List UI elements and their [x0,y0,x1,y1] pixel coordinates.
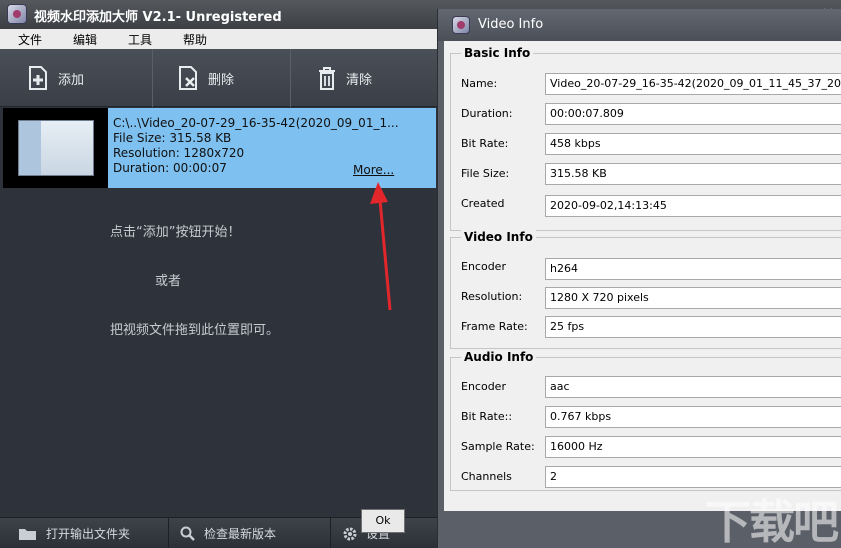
resolution-label: Resolution: [461,290,523,303]
open-output-folder-button[interactable]: 打开输出文件夹 [18,518,130,548]
created-label: Created [461,197,505,210]
audio-bitrate-field[interactable]: 0.767 kbps [545,406,841,428]
frame-rate-field[interactable]: 25 fps [545,316,841,338]
delete-label: 删除 [208,72,235,88]
add-file-icon [29,66,47,90]
bitrate-label: Bit Rate: [461,137,509,150]
dialog-app-icon [452,16,470,34]
resolution-field[interactable]: 1280 X 720 pixels [545,287,841,309]
file-size-field[interactable]: 315.58 KB [545,163,841,185]
audio-bitrate-label: Bit Rate:: [461,410,513,423]
window-title: 视频水印添加大师 V2.1- Unregistered [34,10,282,25]
basic-info-heading: Basic Info [461,46,534,60]
toolbar-separator [290,49,291,107]
duration-label: Duration: [461,107,513,120]
video-info-group: Video Info Encoder h264 Resolution: 1280… [450,230,841,349]
check-update-button[interactable]: 检查最新版本 [180,518,276,548]
audio-info-group: Audio Info Encoder aac Bit Rate:: 0.767 … [450,350,841,491]
menu-tools[interactable]: 工具 [128,31,152,48]
duration-field[interactable]: 00:00:07.809 [545,103,841,125]
channels-field[interactable]: 2 [545,466,841,488]
delete-file-icon [179,66,197,90]
gear-icon [343,527,357,540]
more-link[interactable]: More... [353,163,394,177]
audio-encoder-field[interactable]: aac [545,376,841,398]
file-size-label: File Size: [461,167,510,180]
hint-drag-file: 把视频文件拖到此位置即可。 [110,323,280,338]
video-info-heading: Video Info [461,230,536,244]
folder-icon [19,528,36,540]
hint-or: 或者 [155,274,182,289]
channels-label: Channels [461,470,512,483]
audio-info-heading: Audio Info [461,350,537,364]
basic-info-group: Basic Info Name: Video_20-07-29_16-35-42… [450,46,841,231]
clear-button[interactable]: 清除 [316,49,372,107]
name-label: Name: [461,77,498,90]
dialog-title-bar: Video Info [438,9,841,41]
hint-click-add: 点击“添加”按钮开始！ [110,225,241,240]
video-thumbnail [3,108,108,188]
bitrate-field[interactable]: 458 kbps [545,133,841,155]
file-size: File Size: 315.58 KB [113,131,232,145]
toolbar: 添加 删除 清除 [0,49,441,107]
site-watermark: 下载吧 [705,495,839,548]
add-label: 添加 [58,72,85,88]
app-icon [7,4,27,24]
ok-button[interactable]: Ok [361,509,405,533]
video-encoder-label: Encoder [461,260,506,273]
search-icon [180,526,195,541]
menu-edit[interactable]: 编辑 [73,31,97,48]
thumbnail-image [18,120,94,176]
clear-label: 清除 [346,72,373,88]
menu-bar: 文件 编辑 工具 帮助 [0,29,445,49]
name-field[interactable]: Video_20-07-29_16-35-42(2020_09_01_11_45… [545,73,841,95]
created-field[interactable]: 2020-09-02,14:13:45 [545,195,841,217]
audio-encoder-label: Encoder [461,380,506,393]
frame-rate-label: Frame Rate: [461,320,528,333]
dialog-body: Basic Info Name: Video_20-07-29_16-35-42… [444,41,841,511]
file-path: C:\..\Video_20-07-29_16-35-42(2020_09_01… [113,116,399,130]
sample-rate-field[interactable]: 16000 Hz [545,436,841,458]
video-info-dialog: Video Info Basic Info Name: Video_20-07-… [437,9,841,548]
menu-help[interactable]: 帮助 [183,31,207,48]
bottom-separator [330,518,331,548]
file-resolution: Resolution: 1280x720 [113,146,245,160]
file-list-item[interactable]: C:\..\Video_20-07-29_16-35-42(2020_09_01… [3,108,436,188]
open-output-label: 打开输出文件夹 [46,527,131,541]
delete-button[interactable]: 删除 [178,49,234,107]
video-encoder-field[interactable]: h264 [545,258,841,280]
toolbar-separator [152,49,153,107]
sample-rate-label: Sample Rate: [461,440,535,453]
trash-icon [319,67,335,90]
bottom-separator [168,518,169,548]
red-arrow-annotation [370,182,392,311]
check-update-label: 检查最新版本 [204,527,277,541]
dialog-title: Video Info [478,17,544,32]
add-button[interactable]: 添加 [28,49,84,107]
menu-file[interactable]: 文件 [18,31,42,48]
